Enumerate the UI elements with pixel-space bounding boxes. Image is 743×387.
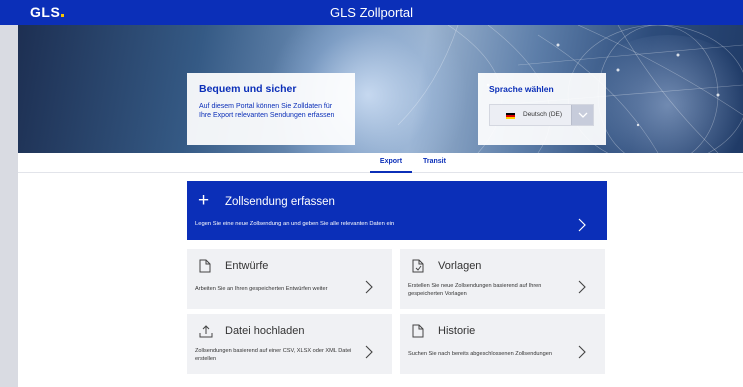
drafts-description: Arbeiten Sie an Ihren gespeicherten Entw…	[195, 286, 328, 292]
chevron-right-icon	[365, 345, 373, 359]
history-description: Suchen Sie nach bereits abgeschlossenen …	[408, 351, 552, 357]
document-icon	[199, 259, 211, 273]
mode-tabs: Export Transit	[18, 153, 743, 173]
network-lines-graphic	[397, 25, 743, 153]
hero-banner	[18, 25, 743, 153]
history-title: Historie	[438, 325, 476, 337]
language-title: Sprache wählen	[489, 84, 554, 94]
document-icon	[412, 324, 424, 338]
templates-description: Erstellen Sie neue Zollsendungen basiere…	[408, 283, 542, 297]
create-customs-shipment-card[interactable]: + Zollsendung erfassen Legen Sie eine ne…	[187, 181, 607, 240]
intro-text: Auf diesem Portal können Sie Zolldaten f…	[199, 103, 335, 119]
tab-export[interactable]: Export	[370, 158, 412, 173]
templates-title: Vorlagen	[438, 260, 482, 272]
language-select[interactable]: Deutsch (DE)	[489, 104, 594, 126]
create-customs-shipment-description: Legen Sie eine neue Zollsendung an und g…	[195, 221, 395, 227]
chevron-right-icon	[578, 345, 586, 359]
templates-card[interactable]: Vorlagen Erstellen Sie neue Zollsendunge…	[400, 249, 605, 309]
app-title: GLS Zollportal	[329, 5, 414, 20]
intro-card: Bequem und sicher Auf diesem Portal könn…	[187, 73, 355, 145]
tab-transit[interactable]: Transit	[423, 158, 446, 173]
drafts-title: Entwürfe	[225, 260, 269, 272]
upload-file-description: Zollsendungen basierend auf einer CSV, X…	[195, 348, 352, 362]
history-card[interactable]: Historie Suchen Sie nach bereits abgesch…	[400, 314, 605, 374]
chevron-right-icon	[578, 280, 586, 294]
plus-icon: +	[198, 190, 210, 211]
upload-icon	[199, 325, 213, 338]
chevron-down-icon	[578, 112, 588, 118]
drafts-card[interactable]: Entwürfe Arbeiten Sie an Ihren gespeiche…	[187, 249, 392, 309]
template-document-icon	[412, 259, 424, 273]
intro-title: Bequem und sicher	[199, 83, 297, 95]
top-bar: GLS GLS Zollportal	[0, 0, 743, 25]
german-flag-icon	[506, 113, 515, 119]
upload-file-title: Datei hochladen	[225, 325, 305, 337]
language-dropdown-button[interactable]	[571, 105, 593, 125]
chevron-right-icon	[365, 280, 373, 294]
chevron-right-icon	[578, 218, 586, 232]
upload-file-card[interactable]: Datei hochladen Zollsendungen basierend …	[187, 314, 392, 374]
language-value: Deutsch (DE)	[523, 111, 563, 118]
language-card: Sprache wählen Deutsch (DE)	[478, 73, 606, 145]
create-customs-shipment-title: Zollsendung erfassen	[225, 196, 335, 208]
